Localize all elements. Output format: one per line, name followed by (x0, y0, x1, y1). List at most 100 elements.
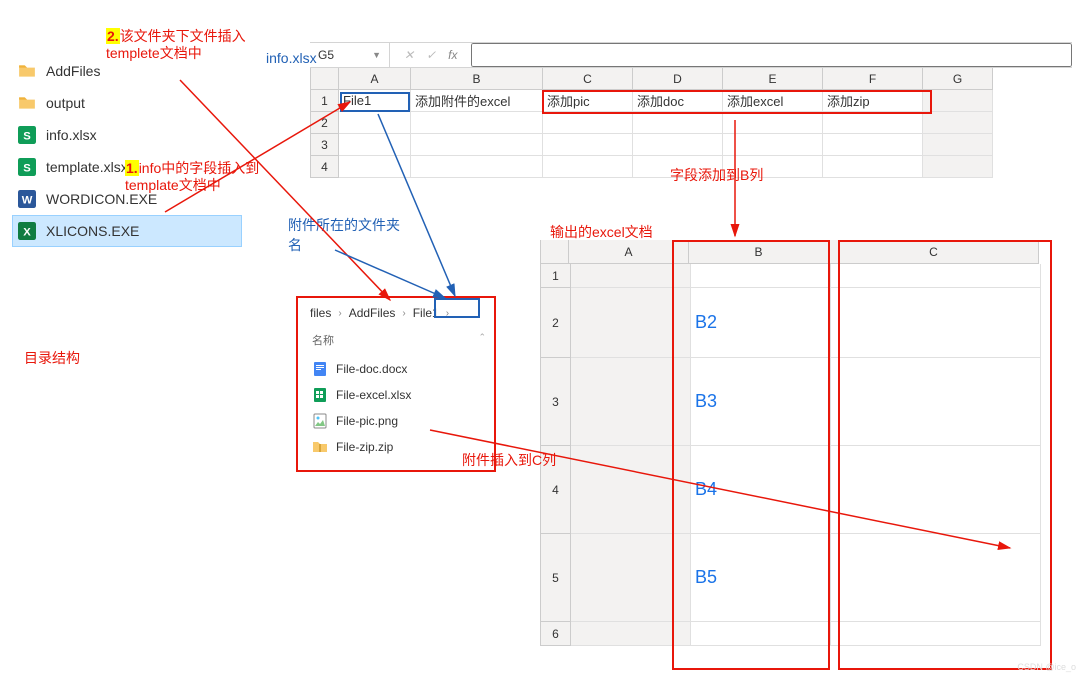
col-header[interactable]: F (823, 68, 923, 90)
cell[interactable] (339, 156, 411, 178)
cell[interactable] (831, 622, 1041, 646)
file-item[interactable]: File-pic.png (306, 408, 486, 434)
row-header[interactable]: 1 (311, 90, 339, 112)
cell[interactable]: 添加pic (543, 90, 633, 112)
cell[interactable] (339, 112, 411, 134)
file-item[interactable]: File-doc.docx (306, 356, 486, 382)
cell[interactable] (923, 112, 993, 134)
row-header[interactable]: 2 (541, 288, 571, 358)
cell[interactable] (831, 534, 1041, 622)
col-header[interactable]: C (829, 240, 1039, 264)
cell[interactable] (571, 288, 691, 358)
svg-text:S: S (23, 163, 31, 175)
cell[interactable] (923, 134, 993, 156)
confirm-icon[interactable]: ✓ (426, 48, 436, 62)
cell[interactable] (823, 134, 923, 156)
cell[interactable] (571, 446, 691, 534)
svg-text:W: W (22, 195, 33, 207)
cell[interactable] (411, 156, 543, 178)
annotation: 附件插入到C列 (462, 450, 556, 470)
cell[interactable] (543, 112, 633, 134)
row-header[interactable]: 3 (311, 134, 339, 156)
row-header[interactable]: 6 (541, 622, 571, 646)
file-item[interactable]: File-zip.zip (306, 434, 486, 460)
annotation: 输出的excel文档 (550, 222, 653, 242)
chevron-right-icon: › (399, 308, 408, 319)
grid-info[interactable]: A B C D E F G 1File1添加附件的excel添加pic添加doc… (310, 68, 1072, 178)
cell[interactable] (823, 156, 923, 178)
file-item-output[interactable]: output (12, 87, 242, 119)
cell[interactable] (691, 622, 831, 646)
file-item-xlicons[interactable]: X XLICONS.EXE (12, 215, 242, 247)
file-list: AddFiles output S info.xlsx S template.x… (12, 55, 242, 247)
select-all-corner[interactable] (311, 68, 339, 90)
cell[interactable] (823, 112, 923, 134)
file-item-info[interactable]: S info.xlsx (12, 119, 242, 151)
cell[interactable] (831, 288, 1041, 358)
cell[interactable] (691, 264, 831, 288)
name-box[interactable]: G5 ▼ (310, 43, 390, 67)
cell[interactable]: 添加excel (723, 90, 823, 112)
folder-column-header[interactable]: 名称⌃ (306, 328, 486, 356)
cell[interactable]: B3 (691, 358, 831, 446)
select-all-corner[interactable] (541, 240, 569, 264)
grid-row: 3 B3 (541, 358, 1041, 446)
breadcrumb-item[interactable]: files (306, 306, 335, 320)
cell[interactable] (571, 264, 691, 288)
col-header[interactable]: D (633, 68, 723, 90)
cell[interactable] (923, 90, 993, 112)
cell[interactable]: B5 (691, 534, 831, 622)
cell[interactable]: 添加附件的excel (411, 90, 543, 112)
row-header[interactable]: 1 (541, 264, 571, 288)
breadcrumb-item[interactable]: File1 (409, 306, 443, 320)
cancel-icon[interactable]: ✕ (404, 48, 414, 62)
row-header[interactable]: 2 (311, 112, 339, 134)
grid-row: 1 (541, 264, 1041, 288)
grid-output[interactable]: A B C 12 B2 3 B34B45 B5 6 (540, 240, 1041, 646)
cell[interactable] (723, 134, 823, 156)
grid-row: 4B4 (541, 446, 1041, 534)
breadcrumb-item[interactable]: AddFiles (345, 306, 400, 320)
chevron-down-icon: ▼ (372, 50, 381, 60)
col-header[interactable]: B (411, 68, 543, 90)
cell[interactable]: B4 (691, 446, 831, 534)
cell[interactable] (571, 622, 691, 646)
cell[interactable] (831, 358, 1041, 446)
cell[interactable] (543, 156, 633, 178)
cell[interactable] (411, 112, 543, 134)
grid-row: 6 (541, 622, 1041, 646)
row-header[interactable]: 3 (541, 358, 571, 446)
cell[interactable] (723, 112, 823, 134)
zip-icon (312, 439, 328, 455)
formula-input[interactable] (471, 43, 1072, 67)
file-item[interactable]: File-excel.xlsx (306, 382, 486, 408)
cell[interactable] (543, 134, 633, 156)
cell[interactable] (411, 134, 543, 156)
png-icon (312, 413, 328, 429)
row-header[interactable]: 4 (311, 156, 339, 178)
fx-icon[interactable]: fx (448, 48, 457, 62)
col-header[interactable]: G (923, 68, 993, 90)
folder-icon (18, 62, 36, 80)
col-header[interactable]: E (723, 68, 823, 90)
cell[interactable]: 添加zip (823, 90, 923, 112)
cell[interactable] (339, 134, 411, 156)
cell[interactable]: B2 (691, 288, 831, 358)
col-header[interactable]: C (543, 68, 633, 90)
cell[interactable]: 添加doc (633, 90, 723, 112)
cell[interactable] (923, 156, 993, 178)
col-header[interactable]: B (689, 240, 829, 264)
col-header[interactable]: A (339, 68, 411, 90)
cell[interactable] (571, 358, 691, 446)
cell[interactable] (633, 134, 723, 156)
cell[interactable] (831, 446, 1041, 534)
cell[interactable] (633, 112, 723, 134)
row-header[interactable]: 5 (541, 534, 571, 622)
file-item-label: File-excel.xlsx (336, 388, 411, 402)
col-header[interactable]: A (569, 240, 689, 264)
formula-bar-row: G5 ▼ ✕ ✓ fx (310, 42, 1072, 68)
cell[interactable] (831, 264, 1041, 288)
xlsx-icon (312, 387, 328, 403)
cell[interactable]: File1 (339, 90, 411, 112)
cell[interactable] (571, 534, 691, 622)
